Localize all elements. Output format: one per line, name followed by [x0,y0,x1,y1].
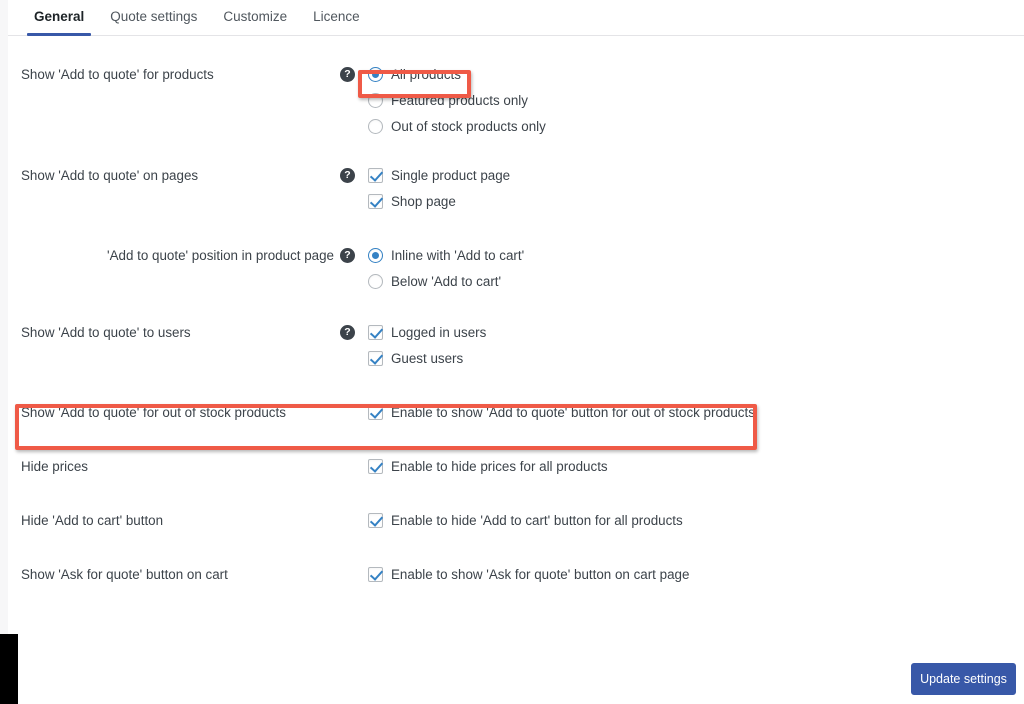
option-label: Enable to hide prices for all products [391,459,608,474]
help-icon[interactable]: ? [340,325,355,340]
row-controls: Enable to show 'Add to quote' button for… [368,404,1024,421]
admin-menu-edge [0,634,18,704]
checkbox-icon[interactable] [368,194,383,209]
row-help-slot [340,512,368,513]
option-label: Enable to hide 'Add to cart' button for … [391,513,683,528]
row-controls: All products Featured products only Out of… [368,66,1024,135]
checkbox-option[interactable]: Single product page [368,167,1024,184]
left-gutter [0,0,8,634]
radio-icon[interactable] [368,67,383,82]
checkbox-icon[interactable] [368,513,383,528]
radio-option[interactable]: All products [368,66,1024,83]
row-label: Show 'Add to quote' to users [21,325,191,340]
tab-customize[interactable]: Customize [210,0,300,35]
checkbox-option[interactable]: Logged in users [368,324,1024,341]
radio-option[interactable]: Below 'Add to cart' [368,273,1024,290]
radio-icon[interactable] [368,248,383,263]
row-controls: Enable to hide prices for all products [368,458,1024,475]
help-icon[interactable]: ? [340,67,355,82]
settings-row: Show 'Add to quote' on pages? Single prod… [8,167,1024,210]
row-label: Show 'Ask for quote' button on cart [21,567,228,582]
tab-licence[interactable]: Licence [300,0,373,35]
update-settings-button[interactable]: Update settings [911,663,1016,695]
tab-bar: General Quote settings Customize Licence [8,0,1024,36]
settings-row: 'Add to quote' position in product page?… [8,247,1024,290]
help-icon[interactable]: ? [340,248,355,263]
settings-row: Show 'Add to quote' to users? Logged in u… [8,324,1024,367]
row-help-slot [340,566,368,567]
tab-quote-settings[interactable]: Quote settings [97,0,210,35]
settings-row: Show 'Add to quote' for out of stock pro… [8,404,1024,421]
settings-row: Show 'Add to quote' for products? All pro… [8,66,1024,135]
row-controls: Inline with 'Add to cart' Below 'Add to c… [368,247,1024,290]
option-label: Inline with 'Add to cart' [391,248,525,263]
radio-option[interactable]: Inline with 'Add to cart' [368,247,1024,264]
option-label: Shop page [391,194,456,209]
option-label: Out of stock products only [391,119,546,134]
checkbox-icon[interactable] [368,325,383,340]
row-help-slot: ? [340,247,368,263]
row-label: Show 'Add to quote' on pages [21,168,199,183]
row-controls: Single product page Shop page [368,167,1024,210]
row-label: Hide 'Add to cart' button [21,513,164,528]
option-label: Single product page [391,168,511,183]
settings-screen: General Quote settings Customize Licence Sh… [0,0,1024,704]
checkbox-icon[interactable] [368,405,383,420]
row-label: Hide prices [21,459,88,474]
row-label: Show 'Add to quote' for products [21,67,214,82]
checkbox-icon[interactable] [368,459,383,474]
row-label: Show 'Add to quote' for out of stock pro… [21,405,286,420]
row-controls: Enable to show 'Ask for quote' button on… [368,566,1024,583]
tab-list: General Quote settings Customize Licence [21,0,373,36]
settings-row: Show 'Ask for quote' button on cart Enabl… [8,566,1024,583]
radio-icon[interactable] [368,274,383,289]
row-help-slot [340,458,368,459]
option-label: Enable to show 'Add to quote' button for… [391,405,755,420]
checkbox-option[interactable]: Enable to show 'Ask for quote' button on… [368,566,1024,583]
radio-option[interactable]: Out of stock products only [368,118,1024,135]
row-help-slot: ? [340,167,368,183]
option-label: Enable to show 'Ask for quote' button on… [391,567,690,582]
checkbox-option[interactable]: Enable to show 'Add to quote' button for… [368,404,1024,421]
row-help-slot: ? [340,66,368,82]
checkbox-icon[interactable] [368,351,383,366]
radio-option[interactable]: Featured products only [368,92,1024,109]
row-controls: Enable to hide 'Add to cart' button for … [368,512,1024,529]
tab-general[interactable]: General [21,0,97,36]
option-label: Guest users [391,351,464,366]
row-help-slot [340,404,368,405]
help-icon[interactable]: ? [340,168,355,183]
checkbox-option[interactable]: Enable to hide prices for all products [368,458,1024,475]
checkbox-option[interactable]: Enable to hide 'Add to cart' button for … [368,512,1024,529]
option-label: Featured products only [391,93,528,108]
row-label: 'Add to quote' position in product page [107,248,334,263]
settings-row: Hide prices Enable to hide prices for all… [8,458,1024,475]
option-label: All products [391,67,461,82]
radio-icon[interactable] [368,119,383,134]
settings-row: Hide 'Add to cart' button Enable to hide … [8,512,1024,529]
option-label: Below 'Add to cart' [391,274,502,289]
checkbox-icon[interactable] [368,168,383,183]
option-label: Logged in users [391,325,487,340]
checkbox-option[interactable]: Guest users [368,350,1024,367]
checkbox-option[interactable]: Shop page [368,193,1024,210]
row-controls: Logged in users Guest users [368,324,1024,367]
radio-icon[interactable] [368,93,383,108]
row-help-slot: ? [340,324,368,340]
checkbox-icon[interactable] [368,567,383,582]
